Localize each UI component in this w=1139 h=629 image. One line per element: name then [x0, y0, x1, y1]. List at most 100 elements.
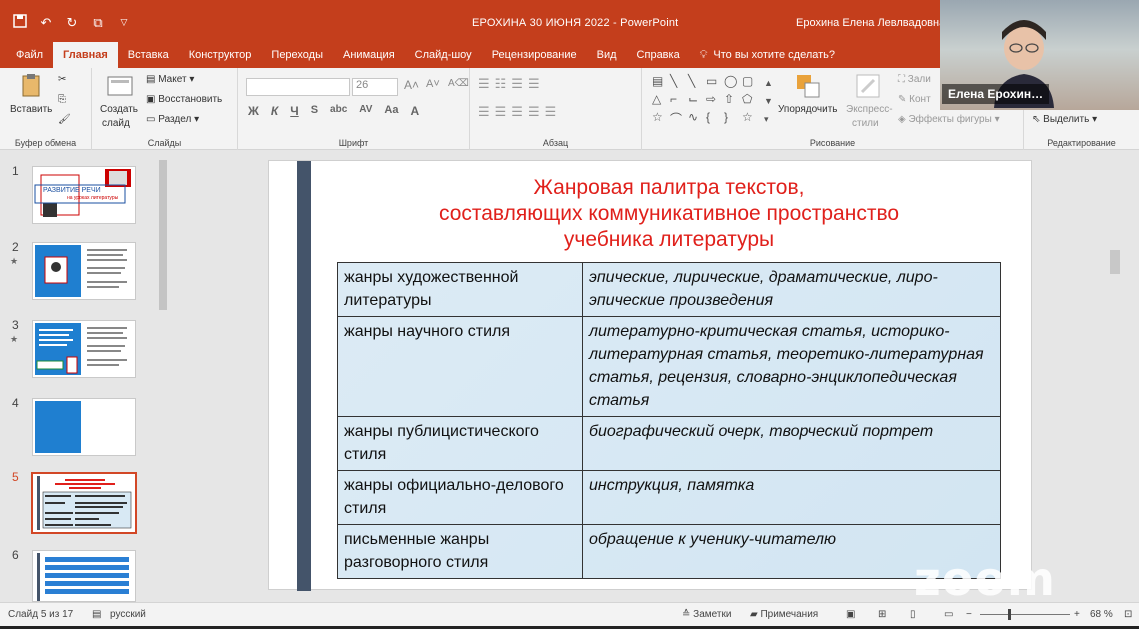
thumbnails-scroll-thumb[interactable] — [159, 160, 167, 310]
font-color-button[interactable]: A — [410, 104, 419, 118]
editor-scroll-thumb[interactable] — [1110, 250, 1120, 274]
rounded-rect-shape-icon[interactable]: ▢ — [742, 74, 760, 92]
comments-button[interactable]: ▰ Примечания — [750, 609, 818, 620]
shape-fill-button[interactable]: ⛶ Зали — [898, 74, 931, 85]
zoom-level[interactable]: 68 % — [1090, 609, 1113, 620]
genre-table[interactable]: жанры художественной литературы эпически… — [337, 262, 1001, 579]
quick-styles-button-line1[interactable]: Экспресс- — [846, 104, 893, 115]
font-name-dropdown[interactable] — [246, 78, 350, 96]
arc-shape-icon[interactable]: ⌒ — [670, 110, 688, 128]
tab-insert[interactable]: Вставка — [118, 42, 179, 68]
zoom-out-icon[interactable]: − — [966, 609, 972, 620]
shrink-font-icon[interactable]: A˅ — [426, 78, 440, 90]
table-cell-genre[interactable]: жанры публицистического стиля — [337, 416, 583, 471]
slideshow-from-start-icon[interactable]: ⧉ — [90, 15, 106, 31]
cut-icon[interactable]: ✂ — [58, 74, 66, 85]
paste-icon[interactable] — [18, 72, 46, 100]
arrange-icon[interactable] — [794, 72, 822, 100]
table-cell-genre[interactable]: жанры художественной литературы — [337, 262, 583, 317]
slideshow-icon[interactable]: ▭ — [944, 609, 953, 620]
reset-button[interactable]: ▣ Восстановить — [146, 94, 222, 105]
slide-title[interactable]: Жанровая палитра текстов, составляющих к… — [339, 175, 999, 253]
thumbnails-scrollbar[interactable] — [158, 154, 168, 594]
arrow-shape-icon[interactable]: ⇨ — [706, 92, 724, 110]
list-buttons-row[interactable]: ☰☷☰☰ — [478, 76, 545, 92]
slide-thumbnail-1[interactable]: РАЗВИТИЕ РЕЧИ на уроках литературы — [32, 166, 136, 224]
editor-scrollbar[interactable] — [1108, 150, 1122, 602]
account-name[interactable]: Ерохина Елена Левлвадовна — [796, 17, 945, 29]
table-cell-examples[interactable]: биографический очерк, творческий портрет — [582, 416, 1001, 471]
table-cell-genre[interactable]: жанры научного стиля — [337, 316, 583, 417]
new-slide-icon[interactable] — [106, 72, 134, 100]
language-indicator[interactable]: русский — [110, 609, 146, 620]
tab-file[interactable]: Файл — [6, 42, 53, 68]
zoom-slider[interactable] — [980, 614, 1070, 615]
slide-5[interactable]: Жанровая палитра текстов, составляющих к… — [268, 160, 1032, 591]
copy-icon[interactable]: ⎘ — [58, 94, 66, 105]
shape-outline-button[interactable]: ✎ Конт — [898, 94, 931, 105]
new-slide-button-line1[interactable]: Создать — [100, 104, 138, 115]
tab-help[interactable]: Справка — [627, 42, 690, 68]
shape-effects-button[interactable]: ◈ Эффекты фигуры ▾ — [898, 114, 1000, 125]
layout-button[interactable]: ▤ Макет ▾ — [146, 74, 194, 85]
callout-shape-icon[interactable]: ⬠ — [742, 92, 760, 110]
zoom-slider-thumb[interactable] — [1008, 609, 1011, 620]
tab-home[interactable]: Главная — [53, 42, 118, 68]
table-cell-genre[interactable]: письменные жанры разговорного стиля — [337, 524, 583, 579]
slide-thumbnail-3[interactable] — [32, 320, 136, 378]
redo-icon[interactable]: ↻ — [64, 15, 80, 31]
arrange-button[interactable]: Упорядочить — [778, 104, 838, 115]
tab-animations[interactable]: Анимация — [333, 42, 405, 68]
notes-button[interactable]: ≙ Заметки — [682, 609, 731, 620]
grow-font-icon[interactable]: A˄ — [404, 78, 419, 92]
tab-view[interactable]: Вид — [587, 42, 627, 68]
reading-view-icon[interactable]: ▯ — [910, 609, 916, 620]
select-button[interactable]: ⇖ Выделить ▾ — [1032, 114, 1097, 125]
tab-transitions[interactable]: Переходы — [261, 42, 333, 68]
char-spacing-button[interactable]: AV — [359, 104, 372, 118]
curve-shape-icon[interactable]: ∿ — [688, 110, 706, 128]
font-size-dropdown[interactable]: 26 — [352, 78, 398, 96]
slide-thumbnail-2[interactable] — [32, 242, 136, 300]
clear-format-icon[interactable]: A⌫ — [448, 78, 469, 89]
connector-shape-icon[interactable]: ⌐ — [670, 92, 688, 110]
slide-thumbnail-6[interactable] — [32, 550, 136, 602]
shapes-gallery[interactable]: ▤ ╲ ╲ ▭ ◯ ▢ △ ⌐ ⌙ ⇨ ⇧ ⬠ ☆ ⌒ ∿{} ☆ — [652, 74, 762, 130]
gallery-scroll-icon[interactable]: ▲ ▼ ▾ — [764, 74, 773, 128]
table-cell-examples[interactable]: инструкция, памятка — [582, 470, 1001, 525]
slide-sorter-icon[interactable]: ⊞ — [878, 609, 886, 620]
customize-qat-icon[interactable]: ▽ — [116, 17, 132, 28]
underline-button[interactable]: Ч — [290, 104, 298, 118]
slide-thumbnail-5-selected[interactable] — [31, 472, 137, 534]
brace-shape-icon[interactable]: { — [706, 110, 724, 128]
italic-button[interactable]: К — [271, 104, 278, 118]
normal-view-icon[interactable]: ▣ — [846, 609, 855, 620]
align-buttons-row[interactable]: ☰☰☰☰☰ — [478, 104, 561, 120]
line-shape-icon[interactable]: ╲ — [688, 74, 706, 92]
table-cell-examples[interactable]: эпические, лирические, драматические, ли… — [582, 262, 1001, 317]
undo-icon[interactable]: ↶ — [38, 15, 54, 31]
zoom-in-icon[interactable]: + — [1074, 609, 1080, 620]
strikethrough-button[interactable]: S — [311, 104, 318, 118]
section-button[interactable]: ▭ Раздел ▾ — [146, 114, 199, 125]
tab-slideshow[interactable]: Слайд-шоу — [405, 42, 482, 68]
table-cell-genre[interactable]: жанры официально-делового стиля — [337, 470, 583, 525]
star-shape-icon[interactable]: ☆ — [742, 110, 760, 128]
slide-thumbnail-4[interactable] — [32, 398, 136, 456]
bold-button[interactable]: Ж — [248, 104, 259, 118]
tab-review[interactable]: Рецензирование — [482, 42, 587, 68]
oval-shape-icon[interactable]: ◯ — [724, 74, 742, 92]
textbox-shape-icon[interactable]: ▤ — [652, 74, 670, 92]
quick-styles-button-line2[interactable]: стили — [852, 118, 879, 129]
arrow-shape-icon[interactable]: ⇧ — [724, 92, 742, 110]
fit-to-window-icon[interactable]: ⊡ — [1124, 609, 1132, 620]
paste-button[interactable]: Вставить — [10, 104, 52, 115]
star-shape-icon[interactable]: ☆ — [652, 110, 670, 128]
tell-me-box[interactable]: 💡︎ Что вы хотите сделать? — [690, 42, 845, 68]
quick-styles-icon[interactable] — [854, 72, 882, 100]
save-icon[interactable] — [12, 14, 28, 31]
brace-shape-icon[interactable]: } — [724, 110, 742, 128]
shadow-button[interactable]: abc — [330, 104, 347, 118]
rect-shape-icon[interactable]: ▭ — [706, 74, 724, 92]
connector-shape-icon[interactable]: ⌙ — [688, 92, 706, 110]
